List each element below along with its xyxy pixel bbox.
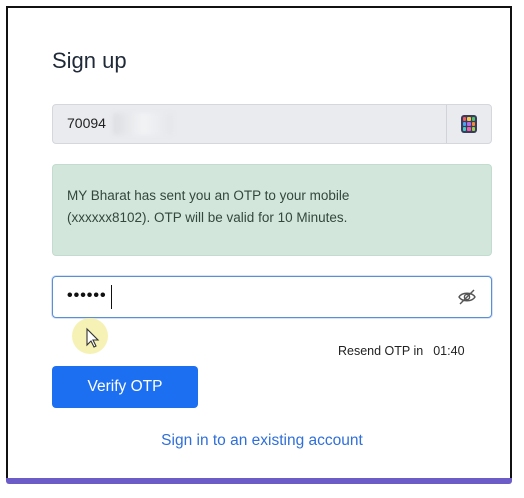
verify-otp-button[interactable]: Verify OTP: [52, 366, 198, 408]
phone-number-redaction: [113, 113, 173, 135]
otp-input-value: ••••••: [67, 287, 107, 304]
text-caret: [111, 285, 112, 309]
resend-otp-timer: Resend OTP in 01:40: [338, 344, 465, 358]
resend-countdown: 01:40: [433, 344, 465, 358]
eye-slash-icon[interactable]: [457, 288, 477, 306]
otp-notice-line-2: (xxxxxx8102). OTP will be valid for 10 M…: [67, 210, 348, 225]
otp-input[interactable]: ••••••: [52, 276, 492, 318]
page-title: Sign up: [52, 48, 127, 73]
sign-in-link-text[interactable]: Sign in to an existing account: [161, 432, 363, 449]
mouse-pointer-icon: [70, 316, 112, 358]
phone-app-icon[interactable]: [461, 115, 477, 133]
phone-field-divider: [446, 105, 447, 143]
card-bottom-accent: [6, 478, 512, 484]
resend-otp-label: Resend OTP in: [338, 344, 424, 358]
sign-in-link: Sign in to an existing account: [0, 432, 524, 450]
otp-notice-line-1: MY Bharat has sent you an OTP to your mo…: [67, 188, 350, 203]
phone-number-field[interactable]: 70094: [52, 104, 492, 144]
phone-number-value: 70094: [67, 115, 106, 131]
otp-sent-notice: MY Bharat has sent you an OTP to your mo…: [52, 164, 492, 256]
